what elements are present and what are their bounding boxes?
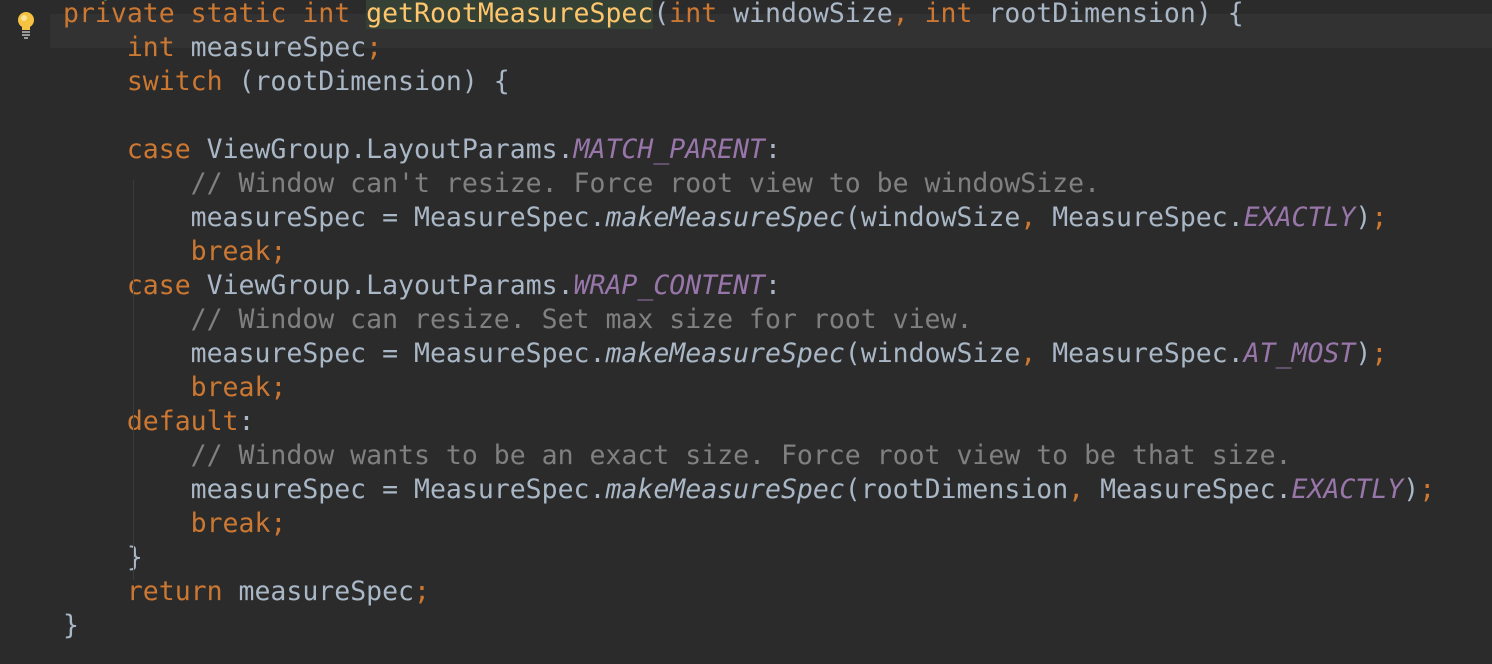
code-token: return [126, 576, 239, 607]
code-token: , [892, 0, 925, 29]
code-token: MeasureSpec. [1052, 338, 1244, 369]
code-token: MeasureSpec. [1052, 202, 1244, 233]
code-token: windowSize [733, 0, 893, 29]
code-token: measureSpec [238, 576, 415, 607]
code-token: ; [414, 576, 430, 607]
code-token: (windowSize [844, 202, 1021, 233]
code-token: ( [653, 0, 670, 29]
code-token: getRootMeasureSpec [366, 0, 654, 29]
code-line[interactable]: // Window can't resize. Force root view … [63, 167, 1492, 201]
code-token: private static int [63, 0, 367, 29]
editor-gutter [0, 0, 50, 664]
code-token: AT_MOST [1243, 338, 1356, 369]
indent-guide [132, 180, 134, 580]
code-token: } [63, 610, 79, 641]
code-token: ; [1419, 474, 1436, 505]
code-token: break; [190, 236, 287, 267]
code-token: , [1020, 338, 1053, 369]
code-token: makeMeasureSpec [605, 202, 845, 233]
code-token: // Window can resize. Set max size for r… [190, 304, 973, 335]
code-token: measureSpec = MeasureSpec. [190, 202, 606, 233]
code-lines[interactable]: private static int getRootMeasureSpec(in… [63, 0, 1492, 643]
code-token: makeMeasureSpec [605, 338, 845, 369]
code-line[interactable]: case ViewGroup.LayoutParams.WRAP_CONTENT… [63, 269, 1492, 303]
code-token: switch [126, 66, 239, 97]
code-line[interactable]: switch (rootDimension) { [63, 65, 1492, 99]
code-token: // Window can't resize. Force root view … [190, 168, 1101, 199]
code-token: int [126, 32, 191, 63]
code-line[interactable] [63, 99, 1492, 133]
code-line[interactable]: measureSpec = MeasureSpec.makeMeasureSpe… [63, 337, 1492, 371]
code-token: EXACTLY [1243, 202, 1356, 233]
code-token: ; [1371, 338, 1388, 369]
code-token: ) [1403, 474, 1420, 505]
code-token: WRAP_CONTENT [573, 270, 766, 301]
code-token: break; [190, 508, 287, 539]
code-token: ; [366, 32, 383, 63]
code-token: // Window wants to be an exact size. For… [190, 440, 1292, 471]
code-token: ) [1355, 202, 1372, 233]
code-editor[interactable]: */ private static int getRootMeasureSpec… [0, 0, 1492, 664]
code-token: ) [1355, 338, 1372, 369]
code-token: (windowSize [844, 338, 1021, 369]
code-line[interactable]: measureSpec = MeasureSpec.makeMeasureSpe… [63, 201, 1492, 235]
code-token: ViewGroup.LayoutParams. [206, 270, 574, 301]
code-token: measureSpec [190, 32, 367, 63]
code-line[interactable]: int measureSpec; [63, 31, 1492, 65]
code-line[interactable]: // Window wants to be an exact size. For… [63, 439, 1492, 473]
code-token: MeasureSpec. [1100, 474, 1292, 505]
code-token: measureSpec = MeasureSpec. [190, 474, 606, 505]
code-token: default [126, 406, 239, 437]
code-token: MATCH_PARENT [573, 134, 766, 165]
code-token: measureSpec = MeasureSpec. [190, 338, 606, 369]
code-line[interactable]: case ViewGroup.LayoutParams.MATCH_PARENT… [63, 133, 1492, 167]
lightbulb-icon[interactable] [15, 10, 37, 40]
code-line[interactable]: // Window can resize. Set max size for r… [63, 303, 1492, 337]
code-token: , [1068, 474, 1101, 505]
code-token: makeMeasureSpec [605, 474, 845, 505]
code-line[interactable]: break; [63, 371, 1492, 405]
code-line[interactable]: } [63, 541, 1492, 575]
code-line[interactable]: default: [63, 405, 1492, 439]
code-token: ; [1371, 202, 1388, 233]
code-line[interactable]: break; [63, 235, 1492, 269]
code-token: (rootDimension) { [238, 66, 510, 97]
code-token: break; [190, 372, 287, 403]
code-token: (rootDimension [844, 474, 1069, 505]
code-line[interactable]: private static int getRootMeasureSpec(in… [63, 0, 1492, 31]
code-token: : [765, 270, 781, 301]
code-token: , [1020, 202, 1053, 233]
code-token: EXACTLY [1291, 474, 1404, 505]
code-token: case [126, 134, 207, 165]
code-token: rootDimension) { [988, 0, 1244, 29]
code-line[interactable]: } [63, 609, 1492, 643]
code-token: : [765, 134, 781, 165]
code-line[interactable]: measureSpec = MeasureSpec.makeMeasureSpe… [63, 473, 1492, 507]
code-token: : [238, 406, 255, 437]
code-line[interactable]: return measureSpec; [63, 575, 1492, 609]
code-token: } [126, 542, 143, 573]
code-token: int [669, 0, 734, 29]
code-token: case [126, 270, 207, 301]
code-line[interactable]: break; [63, 507, 1492, 541]
code-token: int [924, 0, 989, 29]
code-token: ViewGroup.LayoutParams. [206, 134, 574, 165]
